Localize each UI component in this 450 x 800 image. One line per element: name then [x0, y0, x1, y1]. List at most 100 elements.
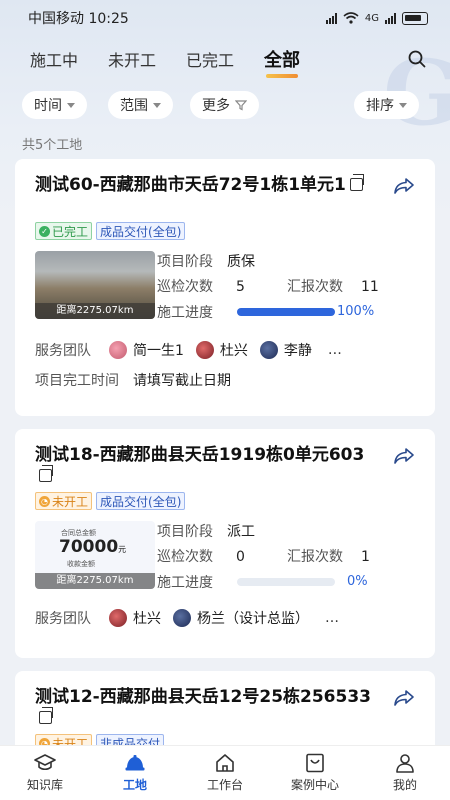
- thumb-amount: 70000元: [59, 537, 127, 557]
- bottom-nav: 知识库 工地 工作台 案例中心 我的: [0, 745, 450, 800]
- nav-label: 工地: [122, 778, 147, 792]
- status-badge-label: 未开工: [52, 494, 89, 509]
- stage-label: 项目阶段: [157, 254, 213, 270]
- member-name: 简一生1: [133, 343, 184, 359]
- team-label: 服务团队: [35, 611, 91, 627]
- project-card[interactable]: 测试18-西藏那曲县天岳1919栋0单元603 ◔ 未开工 成品交付(全包) 合同…: [15, 429, 435, 658]
- project-tags: ◔ 未开工 成品交付(全包): [35, 492, 186, 510]
- avatar: [259, 341, 278, 359]
- tab-completed[interactable]: 已完工: [186, 47, 234, 71]
- progress-bar: [237, 578, 335, 586]
- team-member[interactable]: 杜兴: [109, 608, 161, 628]
- progress-bar: [237, 308, 335, 316]
- finish-date-input[interactable]: 请填写截止日期: [133, 370, 231, 390]
- sort-button[interactable]: 排序: [354, 91, 419, 119]
- status-bar: 中国移动 10:25 4G: [0, 0, 450, 36]
- report-value: 11: [361, 279, 379, 295]
- inspect-value: 0: [236, 549, 245, 565]
- nav-profile[interactable]: 我的: [360, 746, 450, 800]
- nav-knowledge[interactable]: 知识库: [0, 746, 90, 800]
- avatar: [195, 341, 214, 359]
- avatar: [109, 341, 127, 359]
- member-name: 杜兴: [133, 611, 161, 627]
- filter-range[interactable]: 范围: [108, 91, 173, 119]
- status-badge-label: 已完工: [52, 224, 89, 239]
- copy-icon[interactable]: [39, 465, 53, 482]
- share-icon[interactable]: [393, 689, 415, 707]
- project-card[interactable]: 测试60-西藏那曲市天岳72号1栋1单元1 ✓ 已完工 成品交付(全包) 距离22…: [15, 159, 435, 416]
- signal-icon: [325, 12, 337, 24]
- team-member[interactable]: 简一生1: [109, 340, 184, 360]
- more-icon[interactable]: …: [325, 610, 341, 626]
- share-icon[interactable]: [393, 177, 415, 195]
- progress-percent: 0%: [347, 574, 368, 589]
- service-team: 服务团队 杜兴 杨兰（设计总监） …: [35, 608, 341, 628]
- filter-range-label: 范围: [120, 98, 148, 114]
- distance-label: 距离2275.07km: [35, 573, 155, 589]
- nav-cases[interactable]: 案例中心: [270, 746, 360, 800]
- copy-icon[interactable]: [39, 707, 53, 724]
- team-label: 服务团队: [35, 343, 91, 359]
- report-label: 汇报次数: [287, 279, 343, 295]
- inspect-row: 巡检次数 0: [157, 546, 245, 566]
- project-title[interactable]: 测试18-西藏那曲县天岳1919栋0单元603: [35, 445, 375, 487]
- progress-percent: 100%: [337, 304, 375, 319]
- home-icon: [216, 754, 234, 772]
- project-thumbnail[interactable]: 合同总金额 70000元 收款金额 距离2275.07km: [35, 521, 155, 589]
- project-title[interactable]: 测试60-西藏那曲市天岳72号1栋1单元1: [35, 174, 375, 196]
- filter-bar: 时间 范围 更多 排序: [22, 91, 428, 119]
- progress-row: 施工进度: [157, 302, 213, 322]
- progress-label: 施工进度: [157, 305, 213, 321]
- team-member[interactable]: 杨兰（设计总监）: [173, 608, 309, 628]
- project-title-text: 测试60-西藏那曲市天岳72号1栋1单元1: [35, 175, 346, 195]
- inspect-label: 巡检次数: [157, 549, 213, 565]
- finish-date-row: 项目完工时间 请填写截止日期: [35, 370, 231, 390]
- more-icon[interactable]: …: [328, 342, 344, 358]
- nav-label: 我的: [392, 778, 417, 792]
- member-name: 杜兴: [219, 343, 248, 359]
- avatar: [109, 609, 127, 627]
- status-icons: 4G: [325, 11, 428, 25]
- copy-icon[interactable]: [349, 174, 364, 191]
- project-tags: ✓ 已完工 成品交付(全包): [35, 222, 186, 240]
- nav-label: 知识库: [26, 778, 63, 792]
- report-label: 汇报次数: [287, 549, 343, 565]
- progress-fill: [237, 308, 335, 316]
- inspect-value: 5: [236, 279, 245, 295]
- delivery-type-badge: 成品交付(全包): [96, 492, 186, 510]
- filter-time[interactable]: 时间: [22, 91, 87, 119]
- signal-icon-2: [385, 12, 396, 24]
- avatar: [173, 609, 191, 627]
- thumb-caption-2: 收款金额: [67, 560, 95, 568]
- project-thumbnail[interactable]: 距离2275.07km: [35, 251, 155, 319]
- member-name: 杨兰（设计总监）: [197, 611, 309, 627]
- nav-site[interactable]: 工地: [90, 746, 180, 800]
- nav-label: 工作台: [206, 778, 243, 792]
- user-icon: [396, 754, 414, 773]
- nav-workbench[interactable]: 工作台: [180, 746, 270, 800]
- filter-more-label: 更多: [202, 98, 230, 114]
- filter-more[interactable]: 更多: [190, 91, 259, 119]
- sort-label: 排序: [366, 98, 394, 114]
- case-book-icon: [306, 753, 324, 773]
- status-badge: ◔ 未开工: [35, 492, 93, 510]
- filter-icon: [235, 100, 247, 111]
- stage-row: 项目阶段 质保: [157, 251, 255, 271]
- clock-icon: ◔: [39, 495, 50, 507]
- project-title-text: 测试12-西藏那曲县天岳12号25栋256533: [35, 687, 371, 707]
- stage-value: 质保: [227, 254, 255, 270]
- battery-icon: [402, 11, 428, 25]
- chevron-down-icon: [399, 102, 407, 108]
- stage-label: 项目阶段: [157, 524, 213, 540]
- team-member[interactable]: 李静: [259, 340, 312, 360]
- share-icon[interactable]: [393, 447, 415, 465]
- progress-row: 施工进度: [157, 572, 213, 592]
- tab-in-progress[interactable]: 施工中: [30, 47, 78, 71]
- search-icon[interactable]: [408, 50, 426, 68]
- tab-not-started[interactable]: 未开工: [108, 47, 156, 71]
- tab-all[interactable]: 全部: [264, 46, 300, 78]
- chevron-down-icon: [153, 102, 161, 108]
- stage-row: 项目阶段 派工: [157, 521, 255, 541]
- team-member[interactable]: 杜兴: [195, 340, 248, 360]
- project-title[interactable]: 测试12-西藏那曲县天岳12号25栋256533: [35, 687, 375, 729]
